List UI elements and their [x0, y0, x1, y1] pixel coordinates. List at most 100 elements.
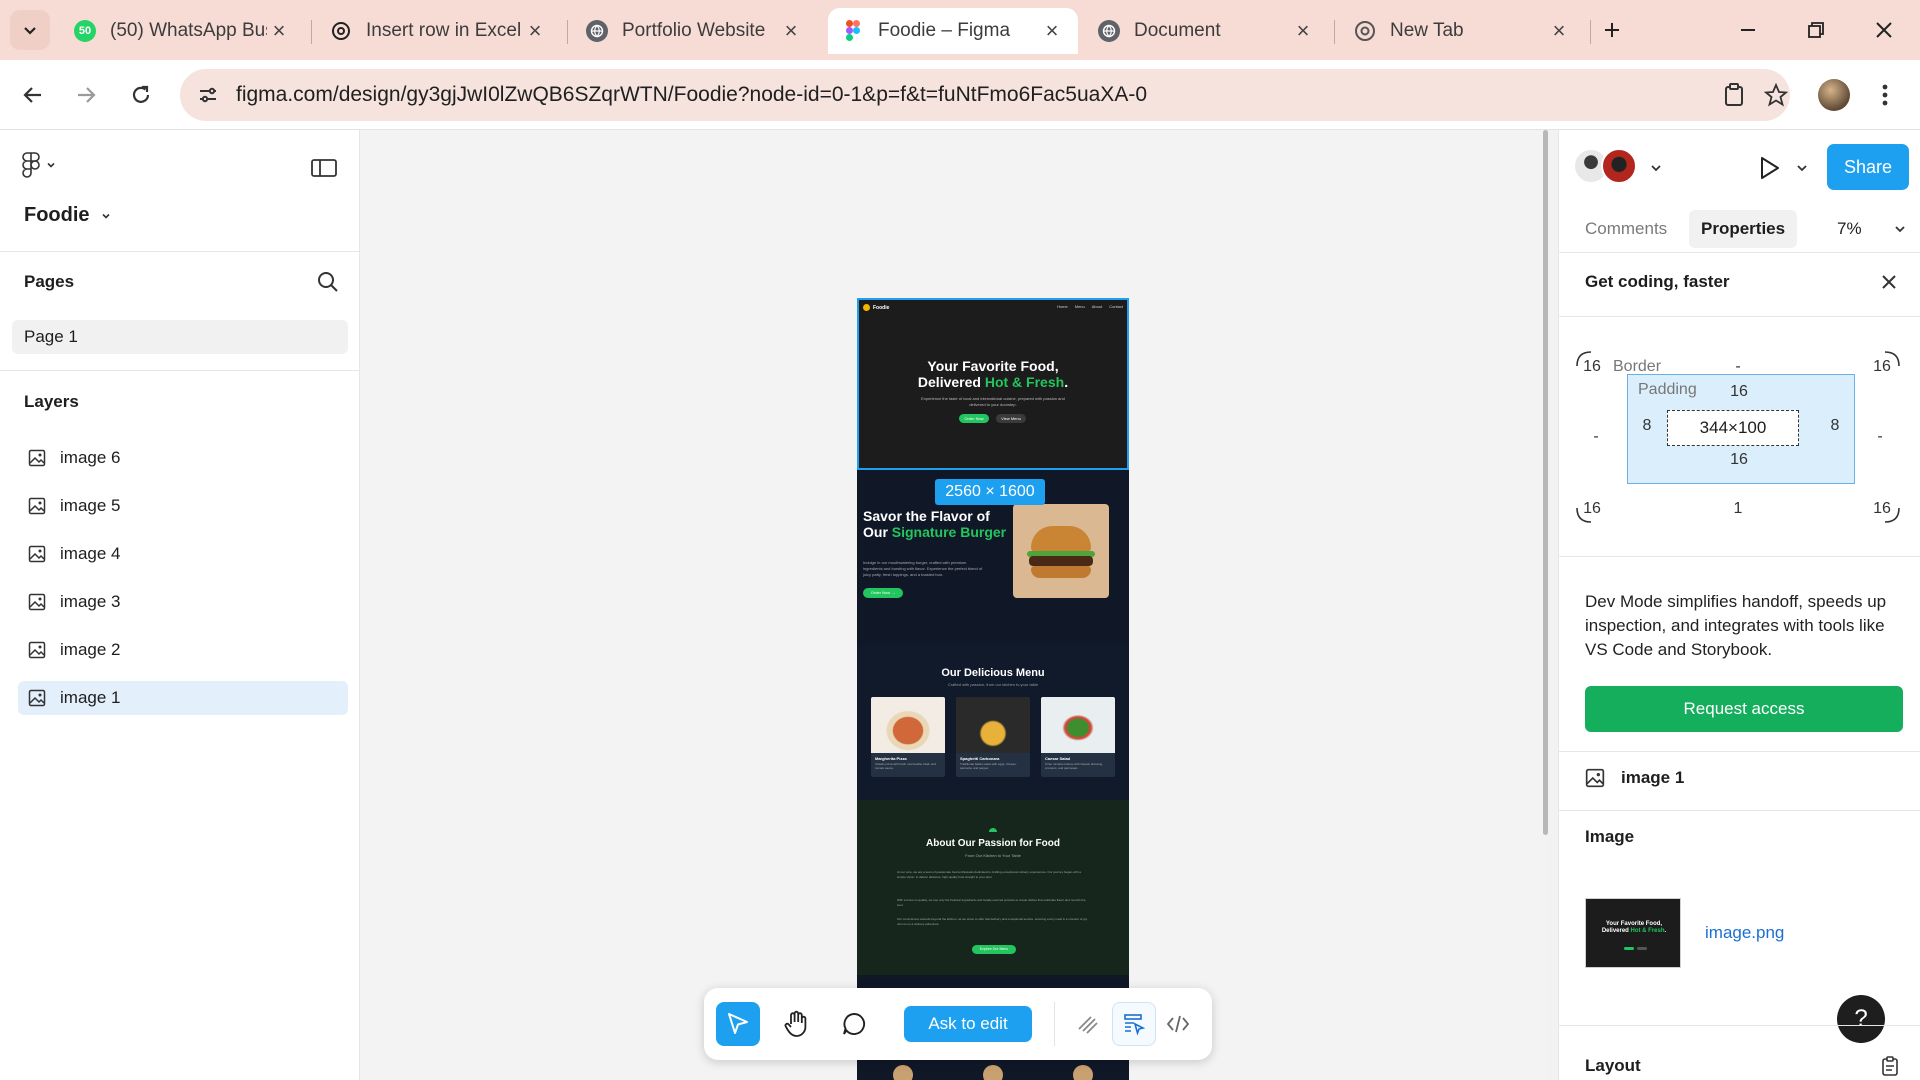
layout-section-title: Layout — [1585, 1056, 1641, 1075]
padding-bottom-value: 16 — [1730, 451, 1748, 468]
close-icon[interactable]: × — [267, 18, 291, 43]
chevron-down-icon — [47, 162, 55, 168]
chevron-down-icon[interactable] — [1893, 222, 1907, 236]
divider — [0, 370, 360, 371]
layer-image-6[interactable]: image 6 — [18, 441, 348, 475]
menu-section-image[interactable]: Our Delicious Menu Crafted with passion,… — [857, 645, 1129, 800]
close-icon[interactable]: × — [523, 18, 547, 43]
tab-properties[interactable]: Properties — [1689, 210, 1798, 248]
tab-excel[interactable]: Insert row in Excel × — [316, 8, 561, 54]
layer-image-2[interactable]: image 2 — [18, 633, 348, 667]
zoom-level[interactable]: 7% — [1837, 210, 1862, 248]
dev-mode-button[interactable] — [1156, 1002, 1200, 1046]
hand-tool-button[interactable] — [774, 1002, 818, 1046]
tab-comments[interactable]: Comments — [1573, 210, 1679, 248]
clipboard-icon[interactable] — [1716, 77, 1752, 113]
figma-main-menu[interactable] — [22, 152, 56, 178]
divider — [1054, 1002, 1055, 1046]
image-file-link[interactable]: image.png — [1705, 923, 1784, 943]
tab-whatsapp[interactable]: 50 (50) WhatsApp Bus × — [60, 8, 305, 54]
image-icon — [28, 641, 46, 659]
avatar[interactable] — [1601, 148, 1637, 184]
tab-label: Document — [1134, 20, 1221, 41]
search-icon[interactable] — [316, 270, 340, 294]
arrow-right-icon — [78, 87, 96, 103]
menu-subtitle: Crafted with passion, from our kitchen t… — [947, 682, 1039, 687]
chevron-down-icon[interactable] — [1795, 161, 1809, 175]
tab-portfolio[interactable]: Portfolio Website × — [572, 8, 817, 54]
tab-new-tab[interactable]: New Tab × — [1340, 8, 1585, 54]
avatar — [893, 1065, 913, 1080]
file-name-menu[interactable]: Foodie — [24, 204, 112, 227]
draw-mode-button[interactable] — [1066, 1002, 1110, 1046]
image-section-title: Image — [1585, 827, 1635, 846]
tab-search-button[interactable] — [10, 10, 50, 50]
layer-image-1[interactable]: image 1 — [18, 681, 348, 715]
image-icon — [1585, 768, 1605, 788]
toggle-sidebar-button[interactable] — [310, 156, 338, 180]
close-icon[interactable]: × — [1291, 18, 1315, 43]
close-icon[interactable] — [1879, 272, 1899, 292]
new-tab-button[interactable] — [1592, 12, 1632, 48]
comment-icon — [843, 1013, 866, 1035]
image-icon — [28, 497, 46, 515]
layer-label: image 1 — [60, 688, 121, 707]
zoom-value: 7% — [1837, 219, 1862, 238]
border-right-value: - — [1877, 428, 1883, 445]
close-icon[interactable]: × — [1040, 18, 1064, 43]
padding-right-value: 8 — [1830, 417, 1840, 434]
image-thumbnail[interactable]: Your Favorite Food, Delivered Hot & Fres… — [1585, 898, 1681, 968]
about-section-image[interactable]: About Our Passion for Food From Our Kitc… — [857, 800, 1129, 975]
comment-tool-button[interactable] — [832, 1002, 876, 1046]
back-button[interactable] — [14, 76, 52, 114]
border-bottom-value: 1 — [1733, 500, 1743, 517]
thumbnail-button — [1624, 947, 1634, 950]
browser-menu-button[interactable] — [1870, 78, 1900, 112]
padding-left-value: 8 — [1642, 417, 1652, 434]
clipboard-icon[interactable] — [1881, 1056, 1899, 1076]
design-mode-button[interactable] — [1112, 1002, 1156, 1046]
layer-image-4[interactable]: image 4 — [18, 537, 348, 571]
menu-card-desc: Classic pizza with fresh mozzarella, bas… — [875, 762, 937, 770]
design-canvas[interactable]: Foodie Home Menu About Contact Your Favo… — [361, 130, 1546, 1080]
chevron-down-icon[interactable] — [1649, 161, 1663, 175]
page-item-1[interactable]: Page 1 — [12, 320, 348, 354]
profile-avatar[interactable] — [1818, 79, 1850, 111]
thumbnail-heading-period: . — [1664, 928, 1667, 934]
whatsapp-icon: 50 — [74, 20, 96, 42]
reload-button[interactable] — [122, 76, 160, 114]
close-icon[interactable]: × — [779, 18, 803, 43]
tab-figma[interactable]: Foodie – Figma × — [828, 8, 1078, 54]
share-button[interactable]: Share — [1827, 144, 1909, 190]
image-icon — [28, 689, 46, 707]
layer-image-3[interactable]: image 3 — [18, 585, 348, 619]
minimize-button[interactable] — [1728, 12, 1768, 48]
radius-bottom-left: 16 — [1583, 500, 1601, 517]
present-button[interactable] — [1755, 154, 1783, 182]
browser-toolbar: figma.com/design/gy3gjJwI0lZwQB6SZqrWTN/… — [0, 60, 1920, 130]
bookmark-star-icon[interactable] — [1758, 77, 1794, 113]
foodie-design-frame[interactable]: Foodie Home Menu About Contact Your Favo… — [857, 298, 1129, 1080]
hero-section-image[interactable]: Foodie Home Menu About Contact Your Favo… — [857, 298, 1129, 470]
burger-order-button: Order Now → — [863, 588, 903, 598]
about-subtitle: From Our Kitchen to Your Table — [965, 853, 1021, 858]
help-button[interactable]: ? — [1837, 995, 1885, 1043]
restore-button[interactable] — [1796, 12, 1836, 48]
layers-panel: Foodie Pages Page 1 Layers image 6 image… — [0, 130, 360, 1080]
address-bar[interactable]: figma.com/design/gy3gjJwI0lZwQB6SZqrWTN/… — [180, 69, 1790, 121]
tab-separator — [311, 20, 312, 44]
move-tool-button[interactable] — [716, 1002, 760, 1046]
ask-to-edit-button[interactable]: Ask to edit — [904, 1006, 1032, 1042]
menu-card: Margherita Pizza Classic pizza with fres… — [871, 697, 945, 777]
layer-image-5[interactable]: image 5 — [18, 489, 348, 523]
menu-heading: Our Delicious Menu — [941, 667, 1045, 679]
canvas-scrollbar[interactable] — [1543, 130, 1548, 835]
close-icon[interactable]: × — [1547, 18, 1571, 43]
close-window-button[interactable] — [1864, 12, 1904, 48]
tab-document[interactable]: Document × — [1084, 8, 1329, 54]
site-info-icon[interactable] — [188, 75, 228, 115]
layer-label: image 6 — [60, 448, 121, 467]
forward-button[interactable] — [67, 76, 105, 114]
content-size-box: 344×100 — [1667, 410, 1799, 446]
request-access-button[interactable]: Request access — [1585, 686, 1903, 732]
